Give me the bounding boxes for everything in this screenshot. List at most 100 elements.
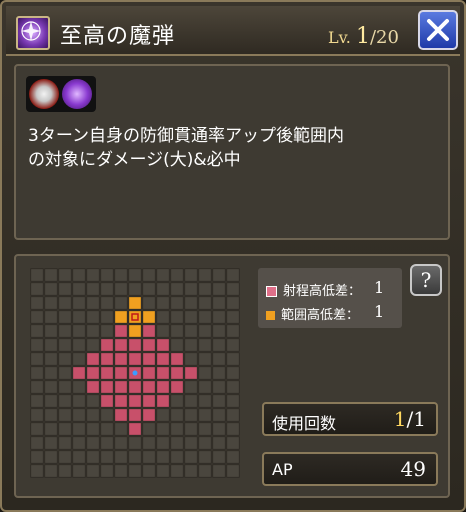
- range-cell: [128, 352, 142, 366]
- grid-cell: [198, 282, 212, 296]
- description-line-1: 3ターン自身の防御貫通率アップ後範囲内: [28, 126, 344, 146]
- grid-cell: [58, 268, 72, 282]
- range-cell: [114, 380, 128, 394]
- grid-cell: [58, 464, 72, 478]
- grid-cell: [184, 338, 198, 352]
- grid-cell: [226, 422, 240, 436]
- grid-cell: [58, 352, 72, 366]
- skill-title: 至高の魔弾: [60, 24, 176, 49]
- grid-cell: [170, 450, 184, 464]
- range-cell: [72, 366, 86, 380]
- skill-level: Lv. 1/20: [328, 24, 399, 49]
- grid-cell: [170, 338, 184, 352]
- grid-cell: [86, 338, 100, 352]
- grid-cell: [170, 324, 184, 338]
- grid-cell: [100, 324, 114, 338]
- uses-current: 1: [393, 407, 407, 431]
- grid-cell: [226, 394, 240, 408]
- grid-cell: [212, 464, 226, 478]
- range-cell: [114, 352, 128, 366]
- area-cell: [114, 310, 128, 324]
- level-prefix: Lv.: [328, 28, 351, 47]
- grid-cell: [72, 282, 86, 296]
- grid-cell: [30, 422, 44, 436]
- range-cell: [142, 380, 156, 394]
- grid-cell: [44, 408, 58, 422]
- grid-cell: [170, 310, 184, 324]
- grid-cell: [86, 408, 100, 422]
- grid-cell: [212, 380, 226, 394]
- grid-cell: [198, 268, 212, 282]
- grid-cell: [86, 268, 100, 282]
- grid-cell: [44, 450, 58, 464]
- grid-cell: [44, 268, 58, 282]
- range-cell: [128, 422, 142, 436]
- grid-cell: [30, 282, 44, 296]
- grid-cell: [184, 268, 198, 282]
- grid-cell: [198, 394, 212, 408]
- range-cell: [170, 366, 184, 380]
- grid-cell: [184, 464, 198, 478]
- grid-cell: [86, 450, 100, 464]
- range-cell: [114, 338, 128, 352]
- range-cell: [114, 394, 128, 408]
- range-cell: [142, 338, 156, 352]
- range-cell: [156, 394, 170, 408]
- grid-cell: [212, 394, 226, 408]
- grid-cell: [212, 268, 226, 282]
- grid-cell: [212, 422, 226, 436]
- grid-cell: [212, 366, 226, 380]
- grid-cell: [72, 296, 86, 310]
- grid-cell: [30, 324, 44, 338]
- dark-orb-icon: [62, 79, 92, 109]
- grid-cell: [114, 296, 128, 310]
- range-cell: [100, 366, 114, 380]
- range-cell: [142, 324, 156, 338]
- close-button[interactable]: [418, 10, 458, 50]
- range-cell: [170, 380, 184, 394]
- range-cell: [128, 380, 142, 394]
- range-cell: [156, 352, 170, 366]
- grid-cell: [100, 296, 114, 310]
- grid-cell: [142, 268, 156, 282]
- grid-cell: [184, 310, 198, 324]
- grid-cell: [86, 394, 100, 408]
- grid-cell: [44, 464, 58, 478]
- grid-cell: [156, 464, 170, 478]
- header-bar: 至高の魔弾 Lv. 1/20: [6, 6, 460, 56]
- purple-star-sigil-icon: [16, 16, 50, 50]
- grid-cell: [212, 408, 226, 422]
- grid-cell: [226, 352, 240, 366]
- help-button[interactable]: ?: [410, 264, 442, 296]
- grid-cell: [58, 394, 72, 408]
- grid-cell: [198, 366, 212, 380]
- grid-cell: [72, 268, 86, 282]
- grid-cell: [44, 282, 58, 296]
- grid-cell: [156, 268, 170, 282]
- grid-cell: [44, 366, 58, 380]
- range-cell: [114, 408, 128, 422]
- area-cell: [128, 310, 142, 324]
- grid-cell: [114, 268, 128, 282]
- area-color-swatch: [266, 311, 275, 320]
- legend-area-value: 1: [374, 302, 385, 321]
- grid-cell: [44, 394, 58, 408]
- range-color-swatch: [266, 286, 277, 297]
- grid-cell: [212, 436, 226, 450]
- range-cell: [128, 408, 142, 422]
- grid-cell: [184, 422, 198, 436]
- grid-cell: [226, 408, 240, 422]
- grid-cell: [30, 394, 44, 408]
- grid-cell: [30, 310, 44, 324]
- ap-box: AP 49: [262, 452, 438, 486]
- grid-cell: [226, 464, 240, 478]
- range-grid: [30, 268, 240, 478]
- grid-cell: [86, 464, 100, 478]
- uses-value: 1/1: [394, 407, 426, 431]
- grid-cell: [212, 450, 226, 464]
- grid-cell: [30, 366, 44, 380]
- grid-cell: [30, 380, 44, 394]
- grid-cell: [226, 268, 240, 282]
- grid-cell: [58, 408, 72, 422]
- grid-cell: [156, 436, 170, 450]
